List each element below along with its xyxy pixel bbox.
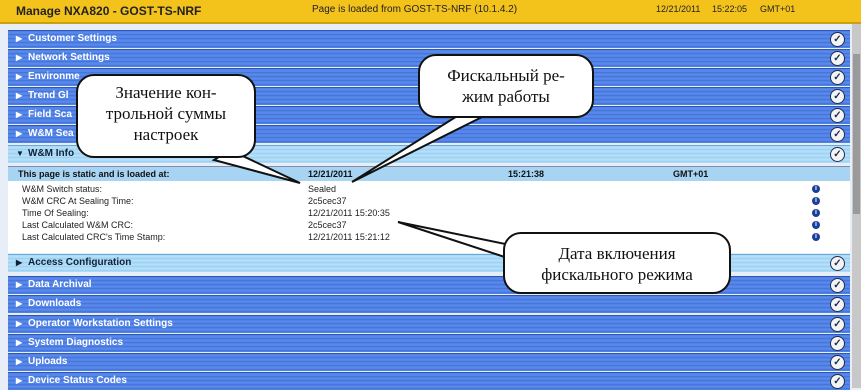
- info-icon[interactable]: i: [812, 197, 820, 205]
- row-key: Last Calculated W&M CRC:: [22, 220, 134, 230]
- expand-arrow-icon: ▶: [16, 319, 23, 328]
- row-key: W&M CRC At Sealing Time:: [22, 196, 134, 206]
- section-label: Field Sca: [28, 109, 72, 120]
- check-circle-icon: ✓: [830, 278, 845, 293]
- check-circle-icon: ✓: [830, 32, 845, 47]
- expand-arrow-icon: ▶: [16, 91, 23, 100]
- panel-header: This page is static and is loaded at: 12…: [8, 167, 850, 181]
- section-label: Trend Gl: [28, 90, 69, 101]
- expand-arrow-icon: ▶: [16, 357, 23, 366]
- section-label: W&M Sea: [28, 128, 74, 139]
- row-key: Time Of Sealing:: [22, 208, 89, 218]
- load-status: Page is loaded from GOST-TS-NRF (10.1.4.…: [312, 4, 518, 15]
- static-note: This page is static and is loaded at:: [18, 169, 170, 179]
- section-label: Access Configuration: [28, 257, 132, 268]
- section-label: Device Status Codes: [28, 375, 127, 386]
- info-icon[interactable]: i: [812, 233, 820, 241]
- section-uploads[interactable]: ▶ Uploads ✓: [8, 353, 850, 371]
- check-circle-icon: ✓: [830, 297, 845, 312]
- expand-arrow-icon: ▶: [16, 280, 23, 289]
- info-icon[interactable]: i: [812, 221, 820, 229]
- callout-fiscal-mode: Фискальный ре- жим работы: [418, 54, 594, 118]
- section-system-diagnostics[interactable]: ▶ System Diagnostics ✓: [8, 334, 850, 352]
- check-circle-icon: ✓: [830, 256, 845, 271]
- expand-arrow-icon: ▶: [16, 34, 23, 43]
- check-circle-icon: ✓: [830, 70, 845, 85]
- section-operator-workstation[interactable]: ▶ Operator Workstation Settings ✓: [8, 315, 850, 333]
- section-label: System Diagnostics: [28, 337, 124, 348]
- check-circle-icon: ✓: [830, 89, 845, 104]
- section-label: W&M Info: [28, 148, 75, 159]
- row-key: W&M Switch status:: [22, 184, 103, 194]
- check-circle-icon: ✓: [830, 147, 845, 162]
- callout-fiscal-date: Дата включения фискального режима: [503, 232, 731, 294]
- section-device-status-codes[interactable]: ▶ Device Status Codes ✓: [8, 372, 850, 390]
- collapse-arrow-icon: ▼: [16, 149, 24, 158]
- section-label: Data Archival: [28, 279, 92, 290]
- check-circle-icon: ✓: [830, 374, 845, 389]
- section-label: Uploads: [28, 356, 68, 367]
- row-value: 2c5cec37: [308, 220, 347, 230]
- info-icon[interactable]: i: [812, 185, 820, 193]
- expand-arrow-icon: ▶: [16, 376, 23, 385]
- loaded-timezone: GMT+01: [673, 169, 709, 179]
- section-label: Operator Workstation Settings: [28, 318, 173, 329]
- info-row-switch-status: W&M Switch status: Sealed i: [8, 184, 850, 195]
- section-downloads[interactable]: ▶ Downloads ✓: [8, 295, 850, 313]
- info-row-time-of-sealing: Time Of Sealing: 12/21/2011 15:20:35 i: [8, 208, 850, 219]
- info-icon[interactable]: i: [812, 209, 820, 217]
- row-value: 2c5cec37: [308, 196, 347, 206]
- info-row-last-crc: Last Calculated W&M CRC: 2c5cec37 i: [8, 220, 850, 231]
- info-row-crc-sealing: W&M CRC At Sealing Time: 2c5cec37 i: [8, 196, 850, 207]
- check-circle-icon: ✓: [830, 336, 845, 351]
- expand-arrow-icon: ▶: [16, 129, 23, 138]
- header-time: 15:22:05: [712, 4, 748, 14]
- row-key: Last Calculated CRC's Time Stamp:: [22, 232, 166, 242]
- row-value: Sealed: [308, 184, 337, 194]
- row-value: 12/21/2011 15:21:12: [308, 232, 390, 242]
- expand-arrow-icon: ▶: [16, 72, 23, 81]
- header-date: 12/21/2011: [656, 4, 701, 14]
- check-circle-icon: ✓: [830, 317, 845, 332]
- section-label: Downloads: [28, 298, 82, 309]
- section-label: Environme: [28, 71, 80, 82]
- expand-arrow-icon: ▶: [16, 299, 23, 308]
- loaded-time: 15:21:38: [508, 169, 545, 179]
- row-value: 12/21/2011 15:20:35: [308, 208, 390, 218]
- check-circle-icon: ✓: [830, 127, 845, 142]
- title-bar: Manage NXA820 - GOST-TS-NRF Page is load…: [0, 0, 861, 24]
- vertical-scrollbar[interactable]: [852, 24, 861, 388]
- expand-arrow-icon: ▶: [16, 110, 23, 119]
- page-title: Manage NXA820 - GOST-TS-NRF: [16, 4, 202, 18]
- expand-arrow-icon: ▶: [16, 338, 23, 347]
- expand-arrow-icon: ▶: [16, 258, 23, 267]
- scrollbar-thumb[interactable]: [853, 54, 860, 214]
- section-label: Customer Settings: [28, 33, 117, 44]
- check-circle-icon: ✓: [830, 108, 845, 123]
- check-circle-icon: ✓: [830, 355, 845, 370]
- section-customer-settings[interactable]: ▶ Customer Settings ✓: [8, 30, 850, 48]
- section-label: Network Settings: [28, 52, 110, 63]
- expand-arrow-icon: ▶: [16, 53, 23, 62]
- header-timezone: GMT+01: [760, 4, 796, 14]
- loaded-date: 12/21/2011: [308, 169, 353, 179]
- check-circle-icon: ✓: [830, 51, 845, 66]
- callout-checksum: Значение кон- трольной суммы настроек: [76, 74, 256, 158]
